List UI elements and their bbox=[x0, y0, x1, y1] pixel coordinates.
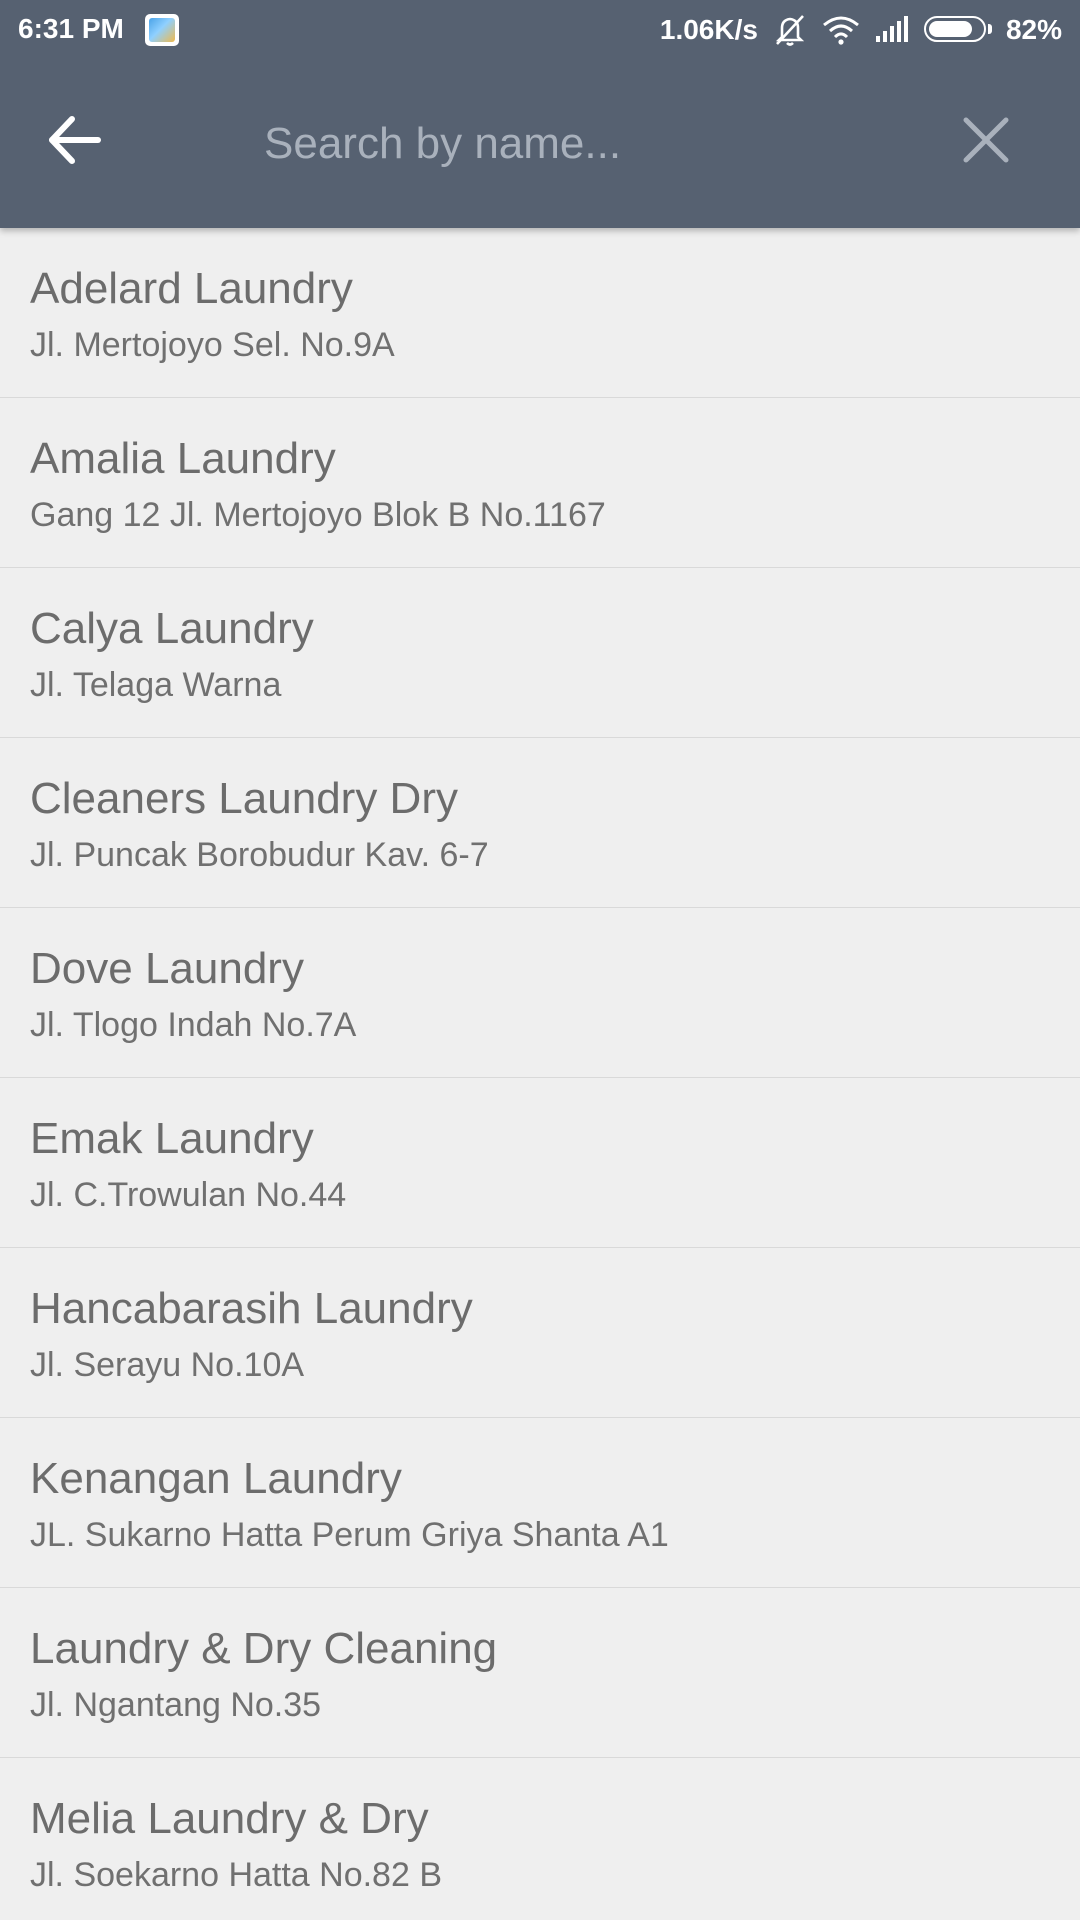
list-item[interactable]: Melia Laundry & Dry Jl. Soekarno Hatta N… bbox=[0, 1758, 1080, 1920]
list-item[interactable]: Dove Laundry Jl. Tlogo Indah No.7A bbox=[0, 908, 1080, 1078]
laundry-name: Amalia Laundry bbox=[30, 434, 336, 483]
laundry-name: Kenangan Laundry bbox=[30, 1454, 402, 1503]
close-icon bbox=[963, 117, 1009, 163]
laundry-address: Jl. Tlogo Indah No.7A bbox=[30, 1006, 357, 1044]
list-item[interactable]: Cleaners Laundry Dry Jl. Puncak Borobudu… bbox=[0, 738, 1080, 908]
search-bar bbox=[0, 60, 1080, 228]
mute-vibrate-icon bbox=[772, 13, 808, 47]
laundry-name: Dove Laundry bbox=[30, 944, 304, 993]
laundry-address: Jl. C.Trowulan No.44 bbox=[30, 1176, 347, 1214]
battery-percent: 82% bbox=[1005, 14, 1062, 45]
battery-icon bbox=[923, 16, 992, 44]
list-item[interactable]: Kenangan Laundry JL. Sukarno Hatta Perum… bbox=[0, 1418, 1080, 1588]
laundry-name: Calya Laundry bbox=[30, 604, 314, 653]
status-indicators: 1.06K/s 82% bbox=[660, 12, 1062, 48]
laundry-list: Adelard Laundry Jl. Mertojoyo Sel. No.9A… bbox=[0, 228, 1080, 1920]
status-bar: 6:31 PM 1.06K/s 82% bbox=[0, 0, 1080, 60]
laundry-address: Jl. Ngantang No.35 bbox=[30, 1686, 322, 1724]
search-input[interactable] bbox=[264, 108, 924, 180]
app-notification-icon bbox=[145, 14, 179, 46]
wifi-icon bbox=[822, 15, 860, 45]
list-item[interactable]: Adelard Laundry Jl. Mertojoyo Sel. No.9A bbox=[0, 228, 1080, 398]
laundry-address: Jl. Soekarno Hatta No.82 B bbox=[30, 1856, 443, 1894]
laundry-address: Jl. Serayu No.10A bbox=[30, 1346, 305, 1384]
laundry-address: Gang 12 Jl. Mertojoyo Blok B No.1167 bbox=[30, 496, 606, 534]
app-toolbar: 6:31 PM 1.06K/s 82% Search by name... bbox=[0, 0, 1080, 228]
status-time: 6:31 PM bbox=[18, 13, 124, 44]
list-item[interactable]: Amalia Laundry Gang 12 Jl. Mertojoyo Blo… bbox=[0, 398, 1080, 568]
laundry-name: Adelard Laundry bbox=[30, 264, 353, 313]
signal-icon bbox=[874, 16, 910, 44]
list-item[interactable]: Emak Laundry Jl. C.Trowulan No.44 bbox=[0, 1078, 1080, 1248]
list-item[interactable]: Hancabarasih Laundry Jl. Serayu No.10A bbox=[0, 1248, 1080, 1418]
network-speed: 1.06K/s bbox=[659, 14, 758, 45]
laundry-name: Melia Laundry & Dry bbox=[30, 1794, 429, 1843]
laundry-name: Cleaners Laundry Dry bbox=[30, 774, 458, 823]
laundry-name: Emak Laundry bbox=[30, 1114, 314, 1163]
laundry-name: Laundry & Dry Cleaning bbox=[30, 1624, 498, 1673]
laundry-address: Jl. Telaga Warna bbox=[30, 666, 282, 704]
laundry-address: JL. Sukarno Hatta Perum Griya Shanta A1 bbox=[30, 1516, 669, 1554]
laundry-address: Jl. Puncak Borobudur Kav. 6-7 bbox=[30, 836, 489, 874]
back-button[interactable] bbox=[44, 110, 124, 180]
arrow-left-icon bbox=[49, 116, 101, 164]
laundry-name: Hancabarasih Laundry bbox=[30, 1284, 473, 1333]
list-item[interactable]: Calya Laundry Jl. Telaga Warna bbox=[0, 568, 1080, 738]
clear-search-button[interactable] bbox=[962, 116, 1032, 186]
list-item[interactable]: Laundry & Dry Cleaning Jl. Ngantang No.3… bbox=[0, 1588, 1080, 1758]
laundry-address: Jl. Mertojoyo Sel. No.9A bbox=[30, 326, 395, 364]
